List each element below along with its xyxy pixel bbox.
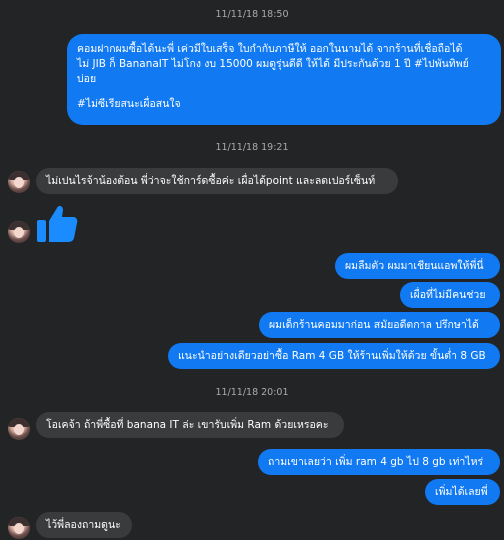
message-text: #ไม่ซีเรียสนะเผื่อสนใจ	[77, 98, 181, 110]
avatar[interactable]	[8, 517, 30, 539]
message-bubble-outgoing[interactable]: เพิ่มได้เลยพี่	[425, 479, 500, 505]
message-text: ผมเด็กร้านคอมมาก่อน สมัยอดีตกาล ปรึกษาได…	[269, 319, 479, 331]
message-text: เผื่อที่ไม่มีคนช่วย	[410, 289, 486, 301]
message-text: บ่อย	[77, 73, 97, 85]
message-text: ผมลืมตัว ผมมาเชียนแอพให้พี่นี่	[345, 260, 484, 272]
message-text: ไม่ JIB ก็ BananaIT ไม่โกง งบ 15000 ผมดู…	[77, 58, 469, 70]
message-text: ถามเขาเลยว่า เพิ่ม ram 4 gb ไป 8 gb เท่า…	[268, 456, 484, 468]
message-text: โอเคจ้า ถ้าพี่ซื้อที่ banana IT ล่ะ เขาร…	[46, 419, 329, 431]
message-text: ไม่เปนไรจ้าน้องต้อน พี่ว่าจะใช้การ์ดซื้อ…	[46, 175, 376, 187]
message-text: คอมฝากผมซื้อได้นะพี่ เค่วมีใบเสร็จ ใบกำก…	[77, 43, 463, 55]
message-text: เพิ่มได้เลยพี่	[435, 486, 488, 498]
message-bubble-outgoing[interactable]: ผมเด็กร้านคอมมาก่อน สมัยอดีตกาล ปรึกษาได…	[259, 312, 500, 338]
timestamp: 11/11/18 18:50	[215, 9, 289, 20]
message-text: แนะนำอย่างเดียวอย่าซื้อ Ram 4 GB ให้ร้าน…	[178, 350, 486, 362]
avatar[interactable]	[8, 221, 30, 243]
message-bubble-outgoing[interactable]: ถามเขาเลยว่า เพิ่ม ram 4 gb ไป 8 gb เท่า…	[258, 449, 500, 475]
chat-thread: 11/11/18 18:50 คอมฝากผมซื้อได้นะพี่ เค่ว…	[0, 0, 504, 540]
thumbs-up-icon[interactable]	[34, 200, 80, 246]
message-bubble-outgoing[interactable]: ผมลืมตัว ผมมาเชียนแอพให้พี่นี่	[335, 253, 500, 279]
message-bubble-incoming[interactable]: โอเคจ้า ถ้าพี่ซื้อที่ banana IT ล่ะ เขาร…	[36, 412, 344, 438]
message-bubble-incoming[interactable]: ไม่เปนไรจ้าน้องต้อน พี่ว่าจะใช้การ์ดซื้อ…	[36, 168, 398, 194]
avatar[interactable]	[8, 418, 30, 440]
message-text: ไว้พี่ลองถามดูนะ	[46, 519, 121, 531]
message-bubble-incoming[interactable]: ไว้พี่ลองถามดูนะ	[36, 512, 132, 538]
timestamp: 11/11/18 19:21	[215, 142, 289, 153]
message-bubble-outgoing[interactable]: เผื่อที่ไม่มีคนช่วย	[400, 282, 500, 308]
timestamp: 11/11/18 20:01	[215, 387, 289, 398]
avatar[interactable]	[8, 171, 30, 193]
message-bubble-outgoing[interactable]: คอมฝากผมซื้อได้นะพี่ เค่วมีใบเสร็จ ใบกำก…	[67, 34, 501, 125]
message-bubble-outgoing[interactable]: แนะนำอย่างเดียวอย่าซื้อ Ram 4 GB ให้ร้าน…	[168, 343, 500, 369]
